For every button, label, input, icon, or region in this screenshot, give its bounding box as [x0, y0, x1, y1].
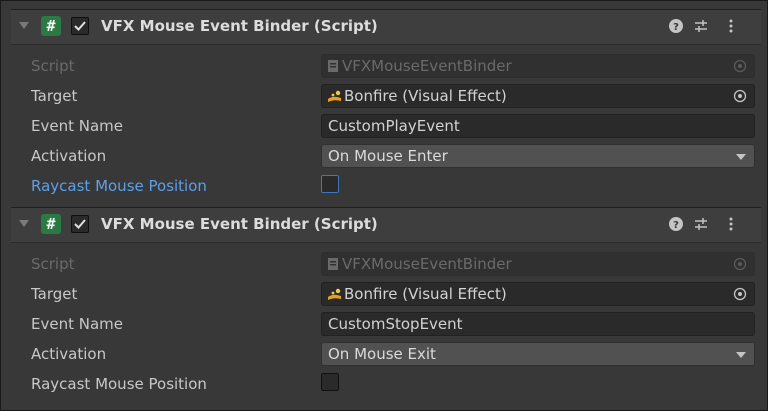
script-hash-icon: #: [41, 214, 61, 234]
object-picker-icon: [733, 257, 747, 271]
script-value: VFXMouseEventBinder: [342, 255, 512, 273]
target-value: Bonfire (Visual Effect): [344, 87, 507, 105]
target-label: Target: [31, 87, 78, 105]
presets-icon[interactable]: [691, 214, 711, 234]
raycast-label: Raycast Mouse Position: [31, 375, 207, 393]
raycast-row: Raycast Mouse Position: [31, 371, 759, 399]
checkmark-icon: [74, 219, 86, 229]
script-hash-icon: #: [41, 16, 61, 36]
target-label: Target: [31, 285, 78, 303]
script-label: Script: [31, 255, 75, 273]
component-vfx-mouse-event-binder-2: # VFX Mouse Event Binder (Script) ? Scri…: [11, 207, 761, 397]
object-picker-icon: [733, 59, 747, 73]
kebab-menu-icon[interactable]: [721, 16, 741, 36]
event-name-input[interactable]: CustomStopEvent: [321, 312, 755, 336]
target-field[interactable]: Bonfire (Visual Effect): [321, 84, 755, 108]
foldout-arrow-icon[interactable]: [19, 220, 29, 227]
script-file-icon: [328, 258, 338, 270]
object-picker-icon[interactable]: [732, 88, 748, 104]
event-name-input[interactable]: CustomPlayEvent: [321, 114, 755, 138]
foldout-arrow-icon[interactable]: [19, 22, 29, 29]
visual-effect-icon: [328, 288, 341, 300]
component-enabled-checkbox[interactable]: [71, 215, 89, 233]
script-row: Script VFXMouseEventBinder: [31, 53, 759, 81]
inspector-panel: # VFX Mouse Event Binder (Script) ? Scri…: [0, 0, 768, 411]
activation-value: On Mouse Enter: [328, 147, 448, 165]
component-enabled-checkbox[interactable]: [71, 17, 89, 35]
target-field[interactable]: Bonfire (Visual Effect): [321, 282, 755, 306]
raycast-checkbox[interactable]: [321, 175, 339, 193]
raycast-label: Raycast Mouse Position: [31, 177, 207, 195]
event-name-row: Event Name CustomStopEvent: [31, 311, 759, 339]
component-header[interactable]: # VFX Mouse Event Binder (Script) ?: [11, 9, 761, 45]
event-name-row: Event Name CustomPlayEvent: [31, 113, 759, 141]
event-name-label: Event Name: [31, 117, 123, 135]
script-row: Script VFXMouseEventBinder: [31, 251, 759, 279]
target-value: Bonfire (Visual Effect): [344, 285, 507, 303]
presets-icon[interactable]: [691, 16, 711, 36]
activation-value: On Mouse Exit: [328, 345, 436, 363]
chevron-down-icon: [736, 352, 746, 358]
component-header[interactable]: # VFX Mouse Event Binder (Script) ?: [11, 207, 761, 243]
activation-dropdown[interactable]: On Mouse Enter: [321, 144, 755, 168]
event-name-value: CustomPlayEvent: [328, 117, 460, 135]
activation-label: Activation: [31, 345, 107, 363]
help-icon[interactable]: ?: [666, 16, 686, 36]
raycast-row: Raycast Mouse Position: [31, 173, 759, 201]
event-name-label: Event Name: [31, 315, 123, 333]
visual-effect-icon: [328, 90, 341, 102]
script-field: VFXMouseEventBinder: [321, 252, 755, 276]
target-row: Target Bonfire (Visual Effect): [31, 281, 759, 309]
activation-row: Activation On Mouse Exit: [31, 341, 759, 369]
kebab-menu-icon[interactable]: [721, 214, 741, 234]
svg-text:?: ?: [673, 22, 679, 33]
activation-dropdown[interactable]: On Mouse Exit: [321, 342, 755, 366]
checkmark-icon: [74, 21, 86, 31]
chevron-down-icon: [736, 154, 746, 160]
raycast-checkbox[interactable]: [321, 373, 339, 391]
component-title: VFX Mouse Event Binder (Script): [101, 17, 378, 35]
help-icon[interactable]: ?: [666, 214, 686, 234]
script-field: VFXMouseEventBinder: [321, 54, 755, 78]
component-vfx-mouse-event-binder-1: # VFX Mouse Event Binder (Script) ? Scri…: [11, 9, 761, 199]
activation-row: Activation On Mouse Enter: [31, 143, 759, 171]
script-file-icon: [328, 60, 338, 72]
event-name-value: CustomStopEvent: [328, 315, 463, 333]
activation-label: Activation: [31, 147, 107, 165]
target-row: Target Bonfire (Visual Effect): [31, 83, 759, 111]
script-value: VFXMouseEventBinder: [342, 57, 512, 75]
object-picker-icon[interactable]: [732, 286, 748, 302]
svg-text:?: ?: [673, 220, 679, 231]
script-label: Script: [31, 57, 75, 75]
component-title: VFX Mouse Event Binder (Script): [101, 215, 378, 233]
